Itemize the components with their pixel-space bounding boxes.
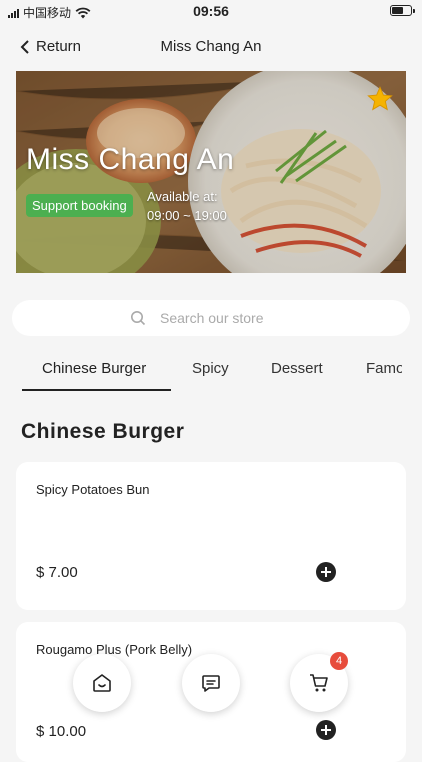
- category-tabs: Chinese Burger Spicy Dessert Famous: [22, 360, 402, 392]
- available-label: Available at:: [147, 189, 218, 204]
- opening-hours: 09:00 ~ 19:00: [147, 208, 227, 223]
- cart-button[interactable]: 4: [290, 652, 348, 712]
- nav-bar: Return Miss Chang An: [0, 30, 422, 66]
- star-icon[interactable]: [366, 85, 394, 113]
- cart-icon: [310, 674, 328, 692]
- tab-spicy[interactable]: Spicy: [192, 360, 229, 377]
- search-bar[interactable]: [12, 300, 410, 336]
- search-icon: [131, 311, 146, 326]
- page-title: Miss Chang An: [160, 38, 262, 55]
- product-name: Rougamo Plus (Pork Belly): [36, 642, 193, 657]
- product-price: $ 10.00: [36, 723, 87, 740]
- product-card[interactable]: Spicy Potatoes Bun $ 7.00: [16, 462, 406, 610]
- product-price: $ 7.00: [36, 564, 78, 581]
- add-to-cart-button[interactable]: [316, 562, 336, 582]
- chat-button[interactable]: [182, 654, 240, 712]
- status-bar: 中国移动 09:56: [0, 0, 422, 24]
- cart-count-badge: 4: [330, 652, 348, 670]
- tab-chinese-burger[interactable]: Chinese Burger: [42, 360, 146, 377]
- tab-dessert[interactable]: Dessert: [271, 360, 323, 377]
- search-input[interactable]: [158, 309, 292, 327]
- booking-badge: Support booking: [26, 194, 133, 217]
- product-name: Spicy Potatoes Bun: [36, 482, 150, 497]
- tab-famous[interactable]: Famous: [366, 360, 402, 377]
- store-banner: Miss Chang An Support booking Available …: [16, 71, 406, 273]
- clock: 09:56: [193, 3, 229, 19]
- home-icon: [93, 674, 111, 692]
- store-name: Miss Chang An: [26, 143, 235, 176]
- active-tab-indicator: [22, 389, 171, 391]
- add-to-cart-button[interactable]: [316, 720, 336, 740]
- home-button[interactable]: [73, 654, 131, 712]
- availability: Available at: 09:00 ~ 19:00: [147, 187, 227, 225]
- chat-icon: [202, 675, 220, 692]
- section-title: Chinese Burger: [21, 420, 185, 443]
- battery-icon: [390, 5, 415, 16]
